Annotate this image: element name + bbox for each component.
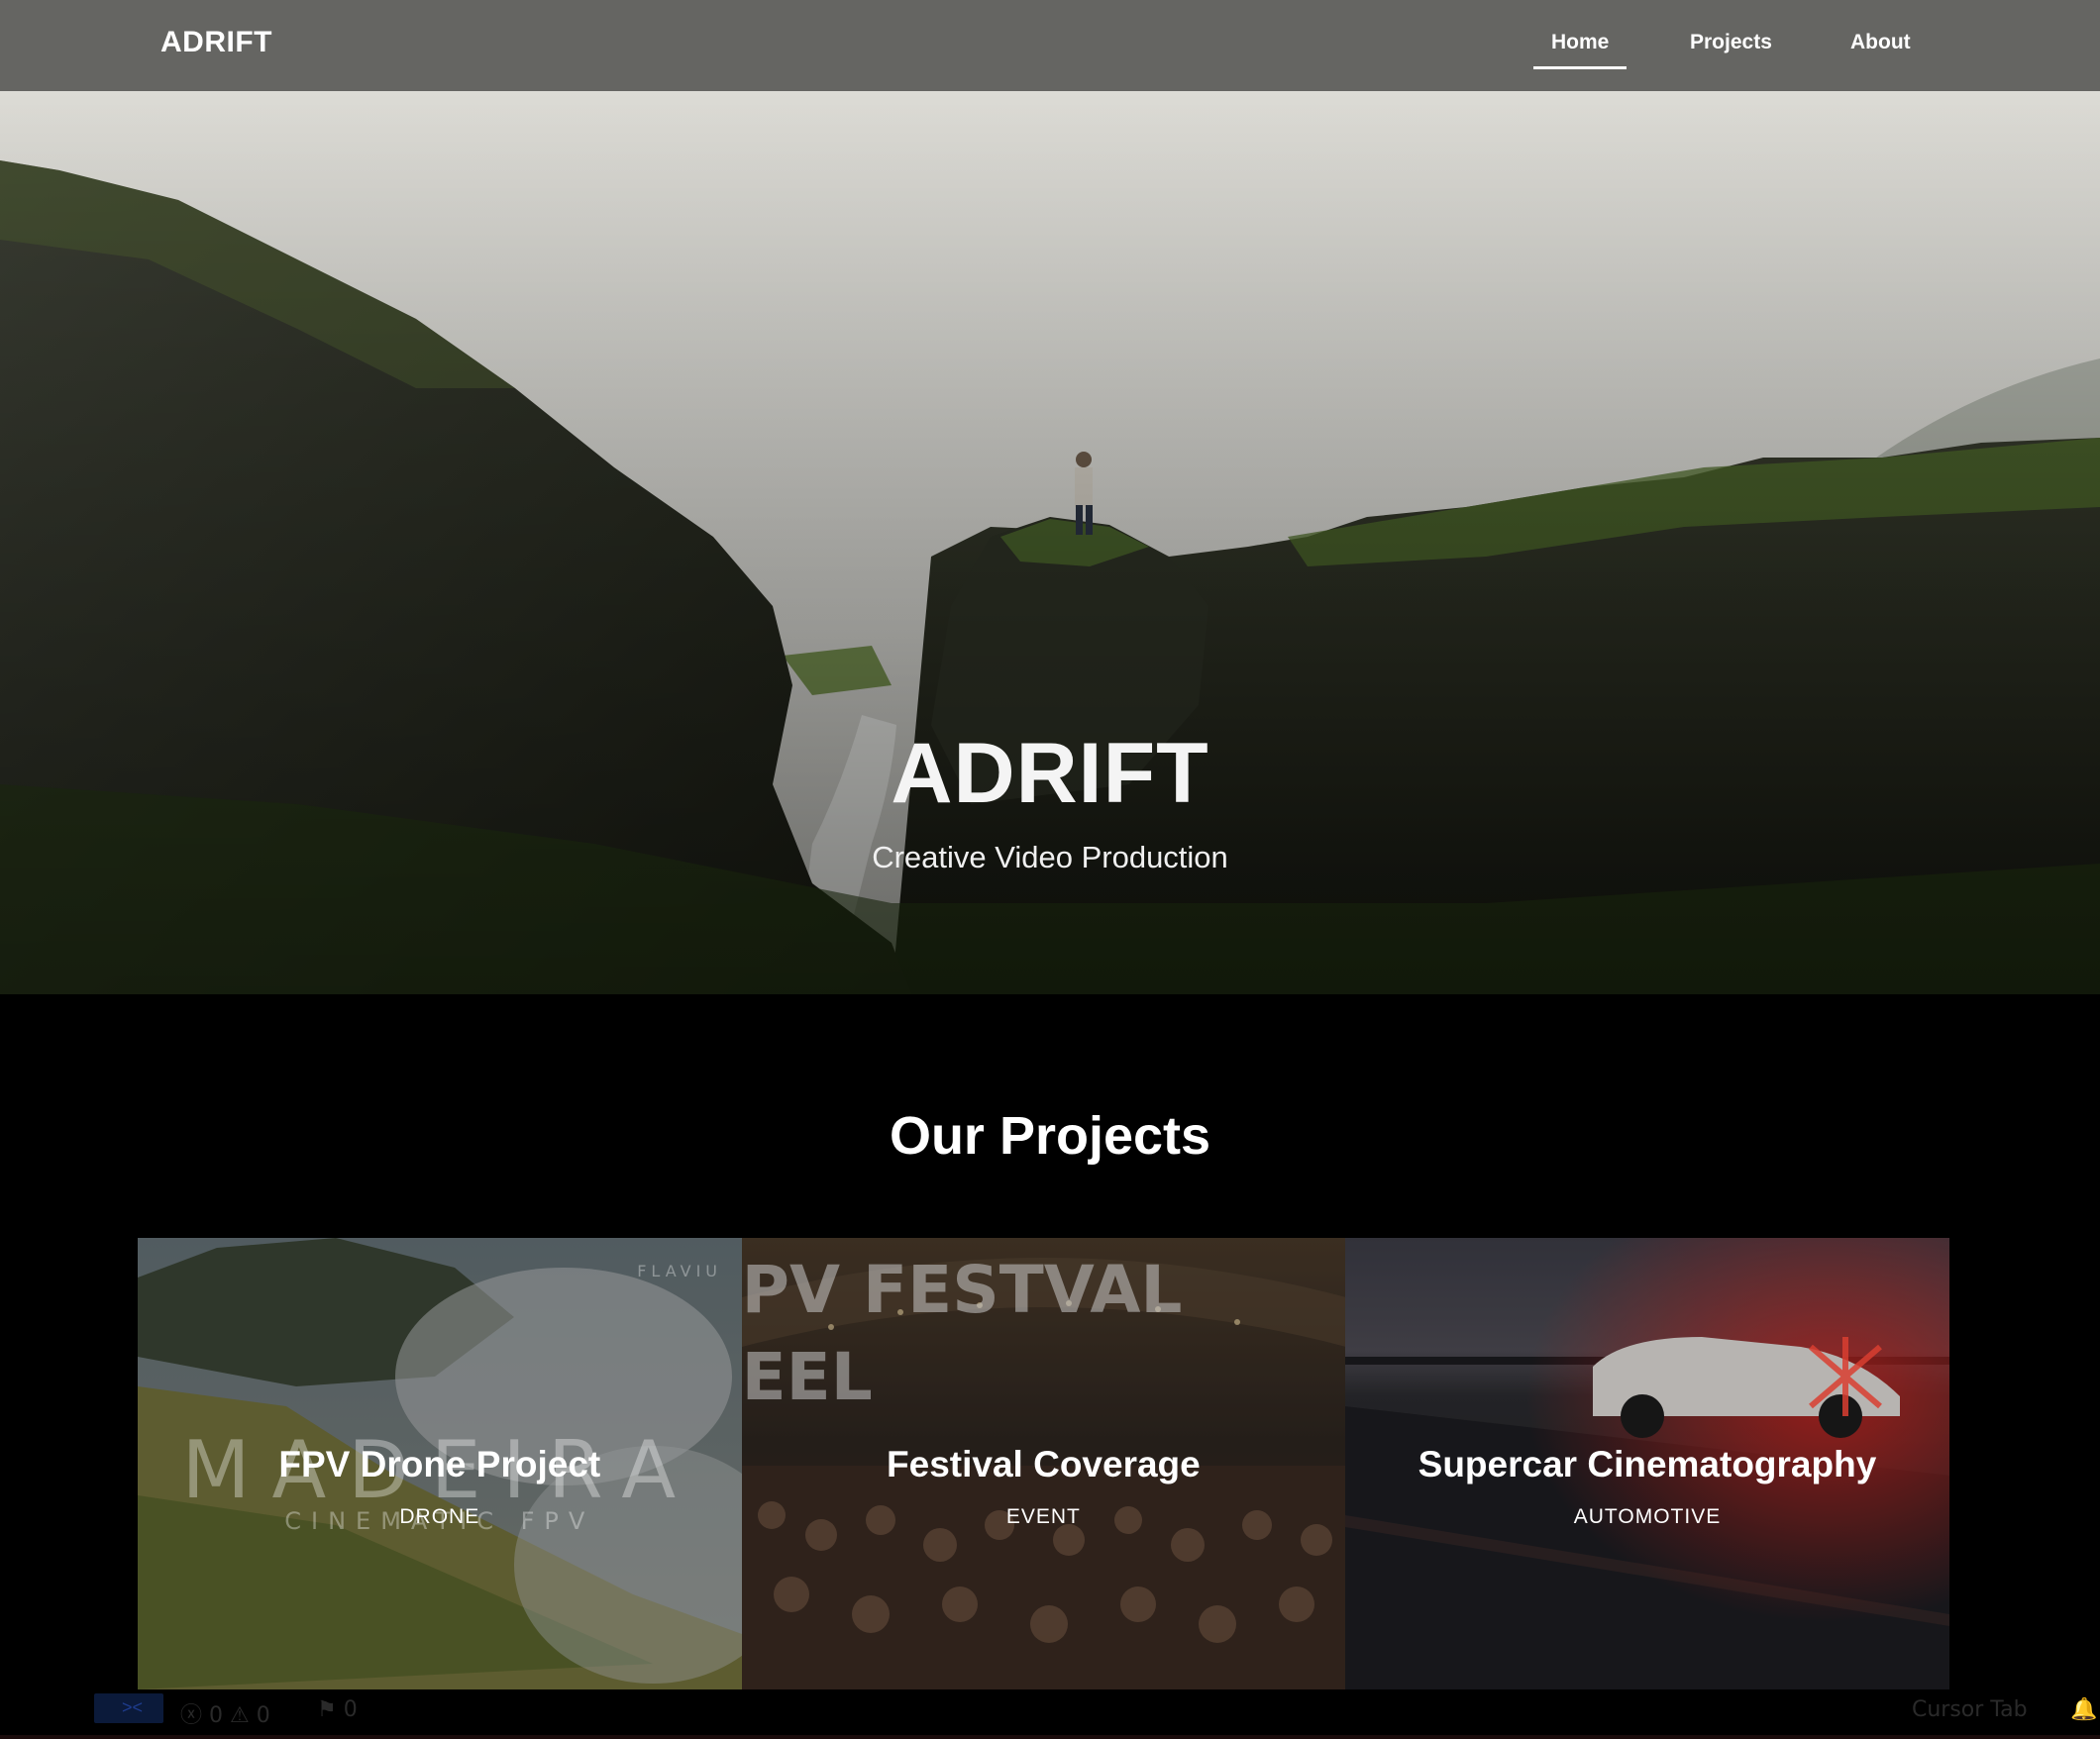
- projects-grid: FLAVIU MADEIRA CINEMATIC FPV FPV Drone P…: [138, 1238, 1949, 1689]
- project-category: AUTOMOTIVE: [1573, 1505, 1722, 1528]
- brand-logo[interactable]: ADRIFT: [160, 26, 272, 59]
- nav-link-about[interactable]: About: [1850, 31, 1911, 54]
- watermark-festival-line2: EEL: [741, 1339, 873, 1415]
- watermark-flaviu: FLAVIU: [637, 1262, 722, 1280]
- project-category: DRONE: [399, 1505, 480, 1528]
- page: ADRIFT Home Projects About ADRIFT Creati…: [0, 0, 2100, 1739]
- hero-subtitle: Creative Video Production: [872, 840, 1228, 874]
- project-title: FPV Drone Project: [278, 1444, 601, 1484]
- project-category: EVENT: [1005, 1505, 1081, 1528]
- project-card-drone[interactable]: FLAVIU MADEIRA CINEMATIC FPV FPV Drone P…: [138, 1238, 742, 1689]
- hero-title: ADRIFT: [891, 726, 1209, 821]
- projects-heading: Our Projects: [889, 1106, 1211, 1166]
- editor-status-bar: >< ⓧ 0 ⚠ 0 ⚑ 0 Cursor Tab 🔔: [0, 1689, 2100, 1739]
- project-title: Supercar Cinematography: [1418, 1444, 1877, 1484]
- bell-icon[interactable]: 🔔: [2070, 1697, 2097, 1722]
- remote-icon: ><: [122, 1697, 144, 1717]
- status-divider: [0, 1735, 2100, 1739]
- project-card-festival[interactable]: PV FESTVAL EEL Festival Coverage EVENT: [741, 1238, 1346, 1689]
- hero-section: ADRIFT Creative Video Production: [0, 91, 2100, 994]
- cursor-tab-indicator[interactable]: Cursor Tab: [1912, 1697, 2028, 1722]
- watermark-festival-line1: PV FESTVAL: [741, 1252, 1183, 1328]
- ports-indicator[interactable]: ⚑ 0: [317, 1697, 358, 1722]
- nav-link-home[interactable]: Home: [1532, 31, 1628, 69]
- project-card-supercar[interactable]: Supercar Cinematography AUTOMOTIVE: [1345, 1238, 1949, 1689]
- project-title: Festival Coverage: [887, 1444, 1201, 1484]
- problems-indicator[interactable]: ⓧ 0 ⚠ 0: [180, 1697, 270, 1729]
- remote-button[interactable]: ><: [94, 1693, 163, 1723]
- top-nav: ADRIFT Home Projects About: [0, 0, 2100, 91]
- nav-link-projects[interactable]: Projects: [1690, 31, 1772, 54]
